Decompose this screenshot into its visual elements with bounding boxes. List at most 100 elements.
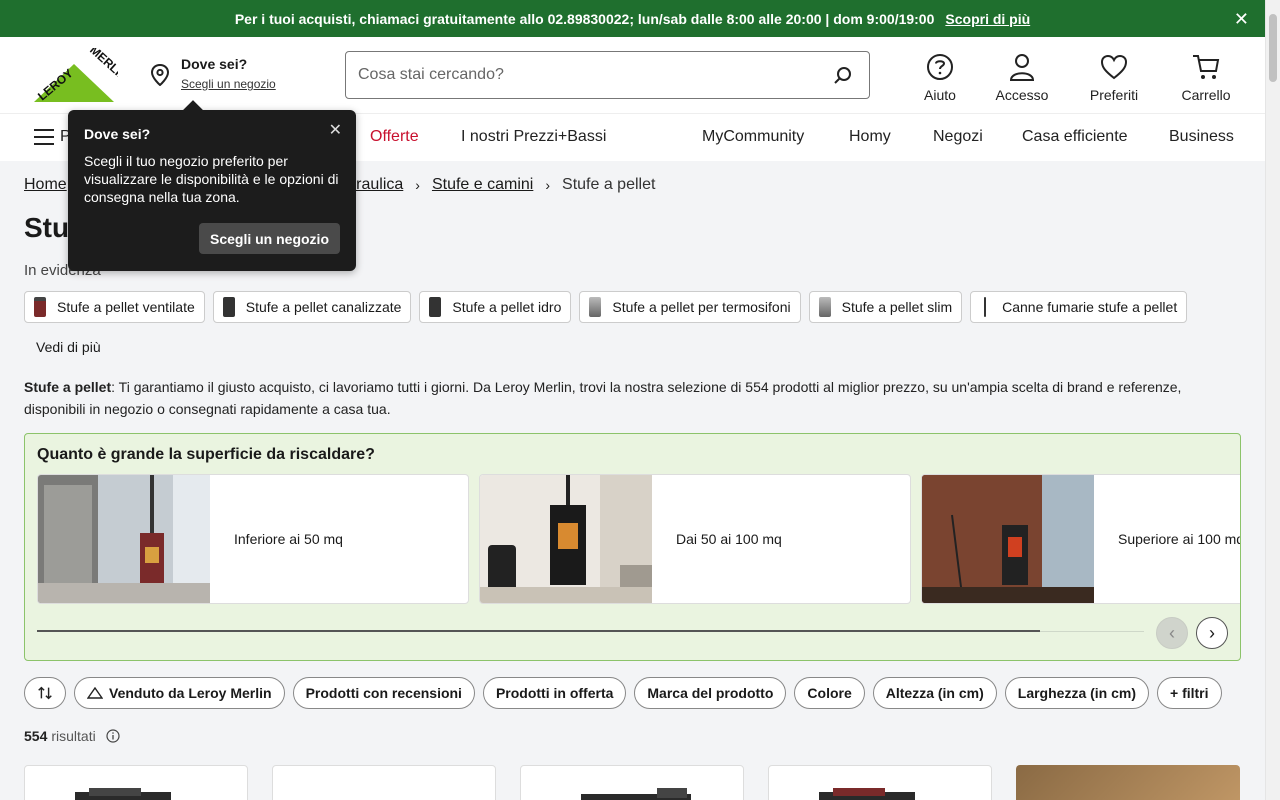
- stove-thumbnail: [429, 297, 442, 317]
- close-icon[interactable]: ✕: [329, 120, 342, 140]
- category-chips: Stufe a pellet ventilate Stufe a pellet …: [24, 291, 1188, 323]
- favorites-button[interactable]: Preferiti: [1074, 51, 1154, 103]
- promo-link[interactable]: Scopri di più: [945, 11, 1030, 27]
- store-selector[interactable]: Dove sei? Scegli un negozio: [150, 56, 276, 91]
- filter-altezza[interactable]: Altezza (in cm): [872, 677, 997, 709]
- cart-button[interactable]: Carrello: [1166, 51, 1246, 103]
- product-card[interactable]: [272, 765, 496, 800]
- results-label: risultati: [51, 728, 96, 744]
- carousel-prev-button[interactable]: ‹: [1156, 617, 1188, 649]
- popover-text: Scegli il tuo negozio preferito per visu…: [84, 153, 339, 205]
- sort-button[interactable]: [24, 677, 66, 709]
- chip-canalizzate[interactable]: Stufe a pellet canalizzate: [212, 291, 412, 323]
- sort-icon: [38, 686, 52, 700]
- cart-icon: [1193, 55, 1220, 79]
- page: Per i tuoi acquisti, chiamaci gratuitame…: [0, 0, 1280, 800]
- leroy-merlin-logo[interactable]: LEROY MERLIN: [30, 43, 131, 103]
- filter-recensioni[interactable]: Prodotti con recensioni: [292, 677, 475, 709]
- page-scrollbar[interactable]: [1265, 0, 1280, 800]
- user-icon: [1009, 54, 1035, 81]
- scrollbar-thumb[interactable]: [1269, 14, 1277, 82]
- surface-card-medium[interactable]: Dai 50 ai 100 mq: [479, 474, 911, 604]
- surface-card-small[interactable]: Inferiore ai 50 mq: [37, 474, 469, 604]
- search-bar: [345, 51, 870, 99]
- product-image: [581, 788, 691, 800]
- product-image: [75, 788, 171, 800]
- stove-thumbnail: [222, 297, 235, 317]
- product-card[interactable]: [24, 765, 248, 800]
- desc-text: : Ti garantiamo il giusto acquisto, ci l…: [24, 379, 1182, 417]
- help-label: Aiuto: [924, 87, 956, 103]
- filter-venduto-leroy[interactable]: Venduto da Leroy Merlin: [74, 677, 285, 709]
- help-button[interactable]: Aiuto: [900, 51, 980, 103]
- filter-larghezza[interactable]: Larghezza (in cm): [1004, 677, 1150, 709]
- chip-label: Stufe a pellet slim: [841, 299, 953, 315]
- results-number: 554: [24, 728, 48, 744]
- nav-item-homy[interactable]: Homy: [849, 128, 891, 146]
- room-image: [922, 475, 1094, 603]
- search-input[interactable]: [346, 52, 816, 98]
- filter-bar: Venduto da Leroy Merlin Prodotti con rec…: [24, 677, 1222, 709]
- nav-item-negozi[interactable]: Negozi: [933, 128, 983, 146]
- chip-label: Stufe a pellet canalizzate: [245, 299, 402, 315]
- stove-thumbnail: [34, 297, 46, 317]
- more-filters-button[interactable]: + filtri: [1157, 677, 1222, 709]
- chip-termosifoni[interactable]: Stufe a pellet per termosifoni: [579, 291, 801, 323]
- nav-item-mycommunity[interactable]: MyCommunity: [702, 128, 804, 146]
- filter-marca[interactable]: Marca del prodotto: [634, 677, 787, 709]
- carousel-next-button[interactable]: ›: [1196, 617, 1228, 649]
- room-image: [38, 475, 210, 603]
- nav-item-casa-efficiente[interactable]: Casa efficiente: [1022, 128, 1128, 146]
- surface-card-label: Superiore ai 100 mq: [1118, 531, 1241, 547]
- svg-text:MERLIN: MERLIN: [87, 48, 118, 84]
- chip-idro[interactable]: Stufe a pellet idro: [419, 291, 572, 323]
- help-icon: [927, 54, 953, 80]
- breadcrumb-stufe-camini[interactable]: Stufe e camini: [432, 176, 533, 194]
- flue-thumbnail: [984, 297, 987, 317]
- menu-icon[interactable]: [34, 129, 54, 147]
- nav-item-offerte[interactable]: Offerte: [370, 128, 419, 146]
- popover-title: Dove sei?: [84, 126, 151, 142]
- chip-ventilate[interactable]: Stufe a pellet ventilate: [24, 291, 205, 323]
- results-count: 554 risultati: [24, 728, 120, 744]
- breadcrumb-separator: ›: [415, 177, 420, 193]
- see-more-button[interactable]: Vedi di più: [36, 339, 101, 355]
- nav-item-prezzi[interactable]: I nostri Prezzi+Bassi: [461, 128, 606, 146]
- product-card[interactable]: [1016, 765, 1240, 800]
- login-label: Accesso: [995, 87, 1049, 103]
- chip-slim[interactable]: Stufe a pellet slim: [808, 291, 963, 323]
- surface-carousel: Quanto è grande la superficie da riscald…: [24, 433, 1241, 661]
- search-icon[interactable]: [833, 66, 853, 86]
- cart-label: Carrello: [1181, 87, 1231, 103]
- breadcrumb-separator: ›: [545, 177, 551, 193]
- surface-card-label: Dai 50 ai 100 mq: [676, 531, 782, 547]
- chevron-right-icon: ›: [1209, 622, 1215, 643]
- chip-label: Stufe a pellet ventilate: [57, 299, 195, 315]
- nav-item-business[interactable]: Business: [1169, 128, 1234, 146]
- info-icon[interactable]: [106, 729, 120, 743]
- close-icon[interactable]: ✕: [1234, 9, 1249, 30]
- product-card[interactable]: [768, 765, 992, 800]
- triangle-icon: [87, 687, 103, 699]
- logo-icon: LEROY MERLIN: [34, 43, 131, 103]
- choose-store-link[interactable]: Scegli un negozio: [181, 77, 276, 91]
- store-popover: Dove sei? ✕ Scegli il tuo negozio prefer…: [68, 100, 356, 271]
- product-image: [819, 788, 915, 800]
- chip-canne-fumarie[interactable]: Canne fumarie stufe a pellet: [970, 291, 1188, 323]
- location-pin-icon: [150, 64, 170, 86]
- chevron-left-icon: ‹: [1169, 622, 1175, 643]
- room-image: [480, 475, 652, 603]
- product-card[interactable]: [520, 765, 744, 800]
- favorites-label: Preferiti: [1089, 87, 1139, 103]
- chip-label: Stufe a pellet per termosifoni: [612, 299, 791, 315]
- filter-offerta[interactable]: Prodotti in offerta: [482, 677, 627, 709]
- breadcrumb-home[interactable]: Home: [24, 176, 67, 194]
- breadcrumb-current: Stufe a pellet: [562, 176, 656, 193]
- filter-colore[interactable]: Colore: [794, 677, 865, 709]
- promo-bar: Per i tuoi acquisti, chiamaci gratuitame…: [0, 0, 1265, 37]
- surface-card-large[interactable]: Superiore ai 100 mq: [921, 474, 1241, 604]
- login-button[interactable]: Accesso: [982, 51, 1062, 103]
- chip-label: Stufe a pellet idro: [452, 299, 562, 315]
- surface-title: Quanto è grande la superficie da riscald…: [37, 446, 375, 463]
- choose-store-button[interactable]: Scegli un negozio: [198, 223, 340, 254]
